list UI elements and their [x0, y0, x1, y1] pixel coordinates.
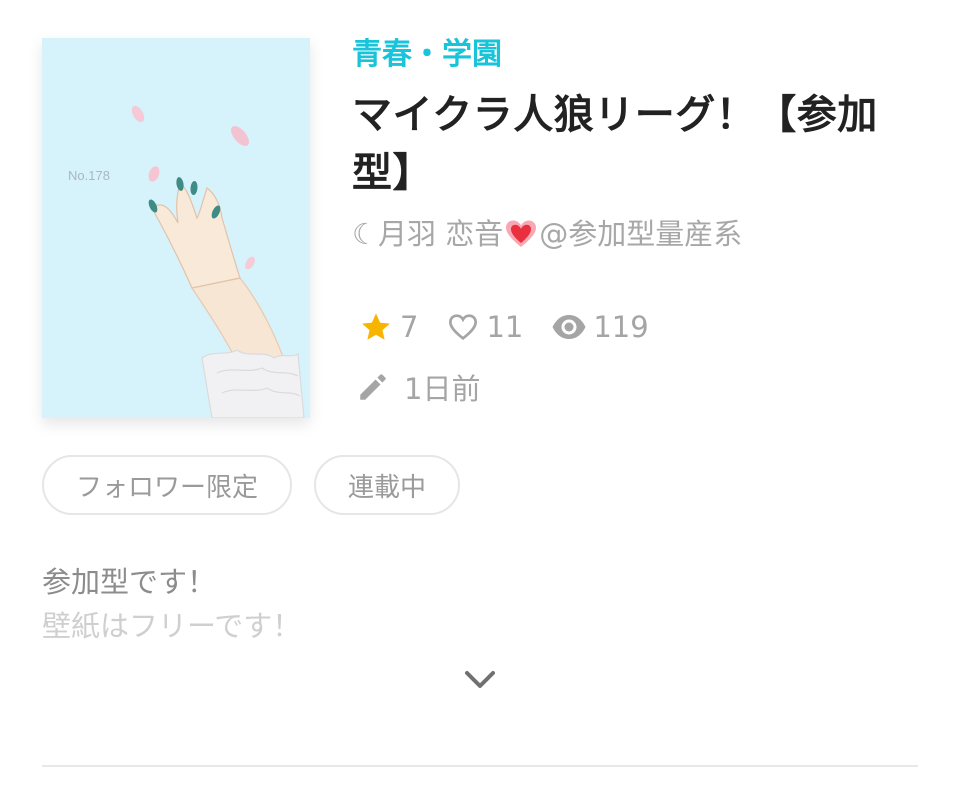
star-count-value: 7: [400, 310, 419, 344]
updated-time-value: 1日前: [404, 372, 481, 406]
star-icon: [362, 313, 390, 340]
heart-outline-icon: [449, 314, 478, 341]
cover-illustration: [42, 38, 310, 418]
like-count[interactable]: 11: [446, 310, 523, 344]
heart-emoji-icon: [505, 219, 537, 249]
pencil-icon: [360, 374, 386, 400]
stats-row: 7 11 119: [358, 304, 677, 350]
chevron-down-icon: [465, 671, 495, 688]
tag-followers-only[interactable]: フォロワー限定: [42, 455, 293, 515]
eye-icon: [552, 315, 586, 339]
cover-image[interactable]: No.178: [42, 38, 310, 418]
author-name[interactable]: ☾月羽 恋音 @参加型量産系: [352, 214, 922, 254]
work-title[interactable]: マイクラ人狼リーグ！【参加 型】: [352, 86, 922, 202]
divider: [42, 765, 918, 767]
author-name-prefix: ☾月羽 恋音: [352, 217, 504, 251]
work-title-line-2: 型】: [352, 150, 433, 196]
like-count-value: 11: [486, 310, 524, 344]
view-count: 119: [551, 310, 649, 344]
description-line-2: 壁紙はフリーです！: [42, 609, 302, 643]
work-title-line-1: マイクラ人狼リーグ！【参加: [352, 92, 878, 138]
cover-number: No.178: [68, 168, 110, 183]
star-count[interactable]: 7: [358, 310, 418, 344]
description: 参加型です！ 壁紙はフリーです！: [42, 560, 301, 648]
tag-list: フォロワー限定 連載中: [42, 455, 482, 515]
genre-label[interactable]: 青春・学園: [352, 34, 922, 76]
view-count-value: 119: [593, 310, 649, 344]
expand-description-button[interactable]: [462, 664, 498, 696]
description-line-1: 参加型です！: [42, 565, 217, 599]
work-info: 青春・学園 マイクラ人狼リーグ！【参加 型】 ☾月羽 恋音 @参加型量産系: [352, 34, 922, 254]
tag-serializing[interactable]: 連載中: [314, 455, 461, 515]
author-name-suffix: @参加型量産系: [539, 217, 743, 251]
updated-time: 1日前: [356, 364, 480, 410]
